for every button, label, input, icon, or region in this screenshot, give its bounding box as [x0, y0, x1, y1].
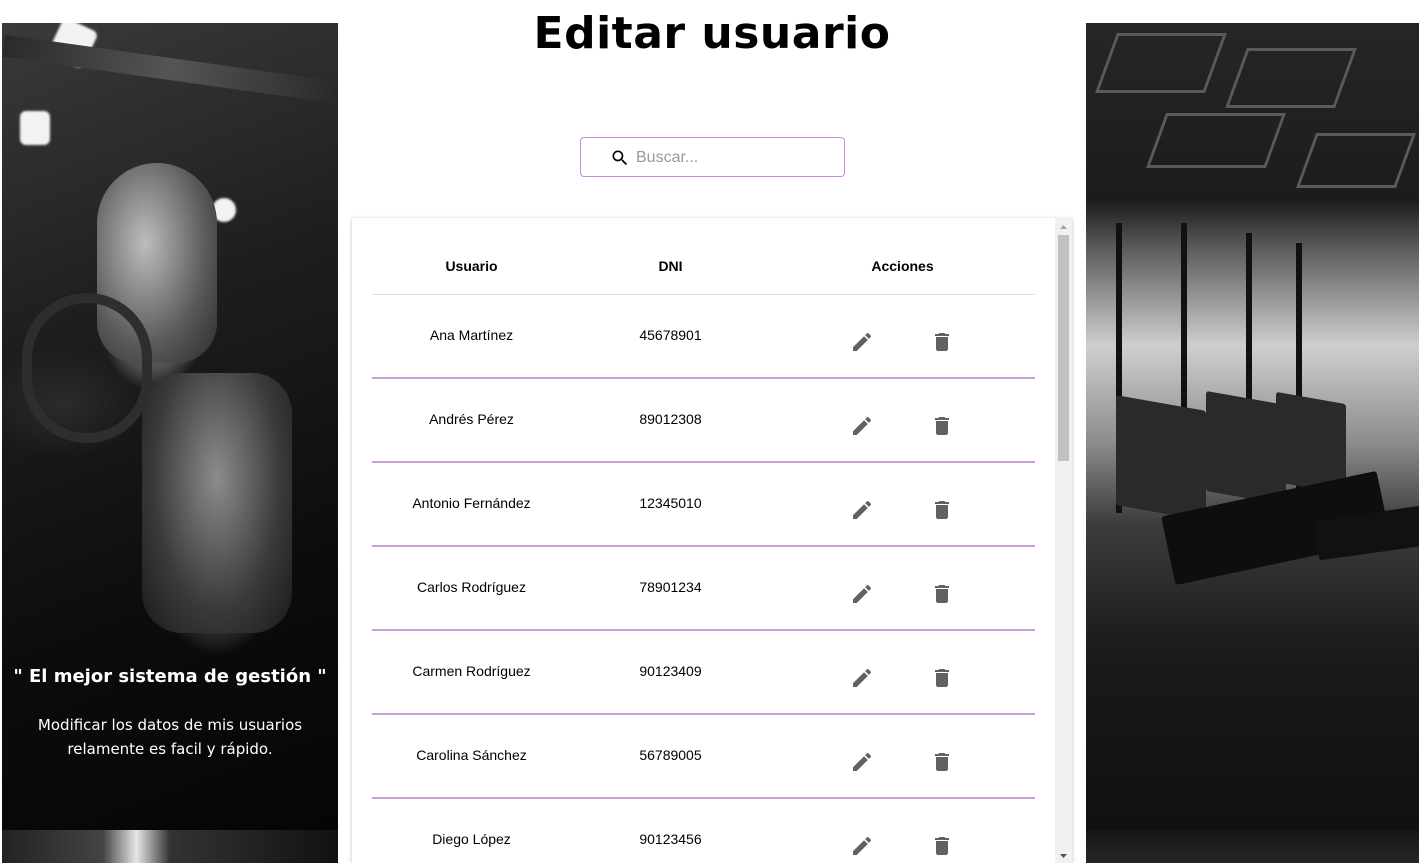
user-dni-cell: 78901234 [639, 579, 702, 595]
user-dni-cell: 56789005 [639, 747, 702, 763]
hero-quote-title: " El mejor sistema de gestión " [13, 666, 327, 687]
user-name-cell: Carlos Rodríguez [417, 579, 526, 595]
athlete-photo-repeat [2, 830, 338, 863]
user-name-cell: Andrés Pérez [429, 411, 514, 427]
trash-icon[interactable] [930, 750, 954, 774]
user-dni-cell: 45678901 [639, 327, 702, 343]
edit-icon[interactable] [850, 582, 874, 606]
users-table-card: Usuario DNI Acciones Ana Martínez 456789… [352, 218, 1072, 863]
table-row: Ana Martínez 45678901 [372, 295, 1035, 379]
column-header-dni: DNI [658, 258, 683, 274]
user-name-cell: Antonio Fernández [412, 495, 531, 511]
edit-icon[interactable] [850, 414, 874, 438]
table-row: Carolina Sánchez 56789005 [372, 715, 1035, 799]
user-dni-cell: 12345010 [639, 495, 702, 511]
edit-icon[interactable] [850, 498, 874, 522]
table-row: Andrés Pérez 89012308 [372, 379, 1035, 463]
hero-quote-text: Modificar los datos de mis usuarios rela… [37, 716, 303, 758]
search-icon [612, 150, 628, 166]
trash-icon[interactable] [930, 330, 954, 354]
gym-photo-repeat [1086, 830, 1419, 863]
athlete-photo [2, 23, 338, 830]
edit-icon[interactable] [850, 666, 874, 690]
trash-icon[interactable] [930, 414, 954, 438]
column-header-user: Usuario [445, 258, 498, 274]
page: " El mejor sistema de gestión " Modifica… [0, 0, 1419, 863]
right-hero-panel [1086, 23, 1419, 863]
trash-icon[interactable] [930, 666, 954, 690]
scrollbar-thumb[interactable] [1058, 235, 1069, 461]
search-box [580, 137, 845, 177]
table-row: Carlos Rodríguez 78901234 [372, 547, 1035, 631]
user-name-cell: Diego López [432, 831, 511, 847]
page-title: Editar usuario [533, 8, 891, 59]
trash-icon[interactable] [930, 834, 954, 858]
edit-icon[interactable] [850, 750, 874, 774]
table-row: Diego López 90123456 [372, 799, 1035, 863]
user-name-cell: Carolina Sánchez [416, 747, 527, 763]
search-input[interactable] [636, 146, 836, 170]
edit-icon[interactable] [850, 330, 874, 354]
column-header-actions: Acciones [871, 258, 934, 274]
table-scrollbar[interactable] [1055, 218, 1072, 863]
user-name-cell: Carmen Rodríguez [412, 663, 531, 679]
edit-icon[interactable] [850, 834, 874, 858]
gym-photo [1086, 23, 1419, 830]
left-hero-panel: " El mejor sistema de gestión " Modifica… [2, 23, 338, 863]
trash-icon[interactable] [930, 582, 954, 606]
user-name-cell: Ana Martínez [429, 327, 514, 343]
user-dni-cell: 90123409 [639, 663, 702, 679]
table-row: Carmen Rodríguez 90123409 [372, 631, 1035, 715]
scroll-down-arrow-icon[interactable] [1055, 849, 1072, 863]
trash-icon[interactable] [930, 498, 954, 522]
user-dni-cell: 90123456 [639, 831, 702, 847]
table-row: Antonio Fernández 12345010 [372, 463, 1035, 547]
scroll-up-arrow-icon[interactable] [1055, 220, 1072, 234]
user-dni-cell: 89012308 [639, 411, 702, 427]
table-header: Usuario DNI Acciones [372, 218, 1035, 295]
